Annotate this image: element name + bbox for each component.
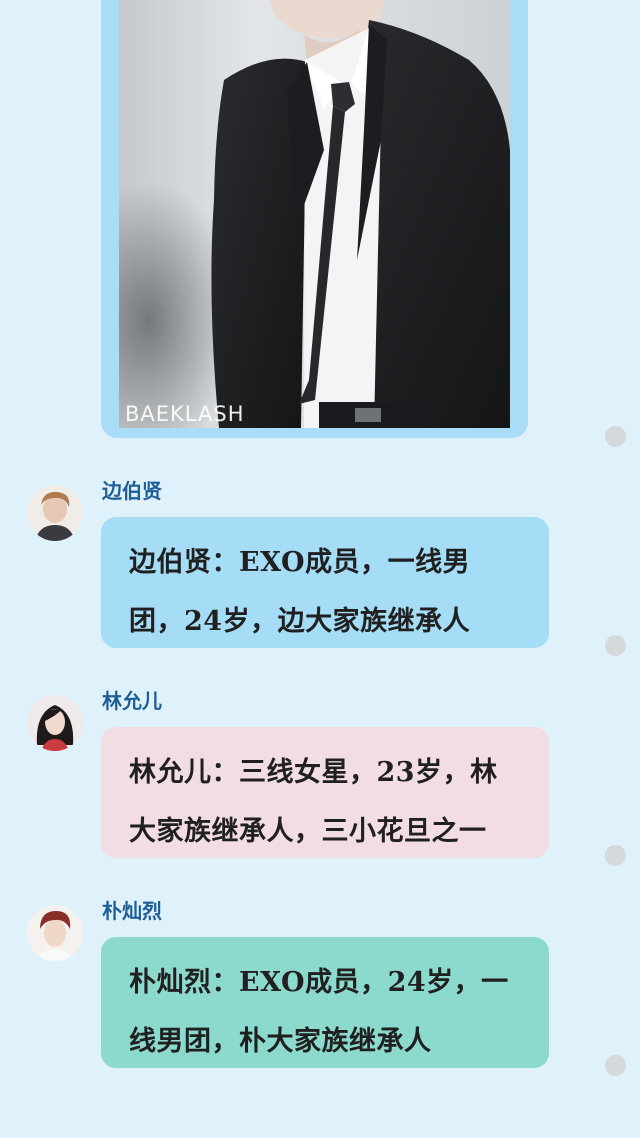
person-avatar-icon[interactable] <box>27 695 83 751</box>
message-bubble[interactable]: 林允儿：三线女星，23岁，林 大家族继承人，三小花旦之一 <box>101 727 549 858</box>
sender-name: 林允儿 <box>102 689 162 713</box>
status-dot <box>605 1055 626 1076</box>
suit-photo[interactable]: BAEKLASH <box>119 0 510 428</box>
message-bubble[interactable]: 朴灿烈：EXO成员，24岁，一 线男团，朴大家族继承人 <box>101 937 549 1068</box>
sender-name: 边伯贤 <box>102 479 162 503</box>
status-dot <box>605 635 626 656</box>
sender-name: 朴灿烈 <box>102 899 162 923</box>
image-message[interactable]: BAEKLASH <box>101 0 528 438</box>
suit-photo-illustration <box>119 0 510 428</box>
status-dot <box>605 845 626 866</box>
person-avatar-icon[interactable] <box>27 485 83 541</box>
photo-watermark: BAEKLASH <box>125 402 245 426</box>
person-avatar-icon[interactable] <box>27 905 83 961</box>
message-bubble[interactable]: 边伯贤：EXO成员，一线男 团，24岁，边大家族继承人 <box>101 517 549 648</box>
status-dot <box>605 426 626 447</box>
